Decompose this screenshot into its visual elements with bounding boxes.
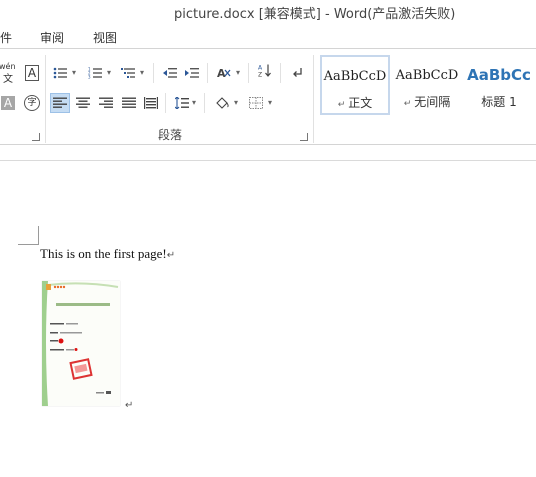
ribbon-tab-bar [0, 24, 536, 48]
style-name: ↵ 无间隔 [403, 95, 451, 109]
shading-dropdown-icon[interactable]: ▾ [232, 96, 240, 110]
window-title: picture.docx [兼容模式] - Word(产品激活失败) [174, 7, 456, 22]
line-spacing-icon [175, 97, 189, 109]
distributed-icon [144, 97, 158, 109]
enclose-characters-button[interactable]: 字 [22, 93, 42, 113]
multilevel-list-button[interactable] [118, 63, 138, 83]
align-right-icon [99, 97, 113, 108]
certificate-thumbnail [42, 281, 120, 406]
paragraph-group-label: 段落 [157, 128, 182, 142]
align-right-button[interactable] [96, 93, 116, 113]
separator [207, 63, 208, 83]
styles-gallery: AaBbCcD ↵ 正文 AaBbCcD ↵ 无间隔 AaBbCc 标题 1 [316, 55, 536, 117]
tab-review[interactable]: 审阅 [40, 29, 64, 46]
numbering-icon: 123 [88, 67, 102, 79]
bullets-button[interactable] [50, 63, 70, 83]
svg-text:3: 3 [88, 75, 91, 80]
separator [280, 63, 281, 83]
justify-button[interactable] [119, 93, 139, 113]
bullets-icon [53, 67, 67, 79]
phonetic-guide-button[interactable]: wén 文 [0, 62, 20, 85]
justify-icon [122, 97, 136, 108]
numbering-button[interactable]: 123 [85, 63, 105, 83]
paragraph-text: This is on the first page! [40, 246, 167, 261]
paragraph-mark: ↵ [166, 250, 176, 261]
align-left-icon [53, 97, 67, 108]
multilevel-dropdown-icon[interactable]: ▾ [138, 66, 146, 80]
style-name: ↵ 正文 [337, 96, 373, 110]
separator [153, 63, 154, 83]
bullets-dropdown-icon[interactable]: ▾ [70, 66, 78, 80]
document-paragraph[interactable]: This is on the first page!↵ [40, 246, 175, 262]
shading-button[interactable] [212, 93, 232, 113]
increase-indent-button[interactable] [182, 63, 202, 83]
align-center-button[interactable] [73, 93, 93, 113]
style-sample: AaBbCcD [323, 69, 387, 84]
align-left-button[interactable] [50, 93, 70, 113]
chinese-layout-icon: A [217, 67, 231, 79]
chinese-layout-button[interactable]: A [214, 63, 234, 83]
svg-text:Z: Z [258, 72, 262, 79]
tab-view[interactable]: 视图 [93, 29, 117, 46]
tab-partial[interactable]: 件 [0, 29, 12, 46]
style-name: 标题 1 [481, 95, 517, 109]
style-normal[interactable]: AaBbCcD ↵ 正文 [320, 55, 390, 115]
chinese-layout-dropdown-icon[interactable]: ▾ [234, 66, 242, 80]
align-center-icon [76, 97, 90, 108]
decrease-indent-icon [163, 68, 177, 78]
borders-dropdown-icon[interactable]: ▾ [266, 96, 274, 110]
paragraph-mark: ↵ [125, 400, 134, 411]
svg-text:A: A [217, 67, 226, 79]
increase-indent-icon [185, 68, 199, 78]
separator [248, 63, 249, 83]
show-marks-button[interactable] [288, 63, 308, 83]
sort-icon: A Z [258, 64, 271, 79]
margin-corner-mark [18, 226, 39, 245]
inline-picture[interactable] [42, 281, 120, 406]
style-heading-1[interactable]: AaBbCc 标题 1 [464, 55, 534, 115]
distributed-button[interactable] [141, 93, 161, 113]
line-spacing-dropdown-icon[interactable]: ▾ [190, 96, 198, 110]
borders-button[interactable] [246, 93, 266, 113]
style-no-spacing[interactable]: AaBbCcD ↵ 无间隔 [392, 55, 462, 115]
decrease-indent-button[interactable] [160, 63, 180, 83]
shading-icon [216, 97, 229, 109]
numbering-dropdown-icon[interactable]: ▾ [105, 66, 113, 80]
svg-text:A: A [258, 65, 263, 72]
sort-button[interactable]: A Z [255, 61, 275, 81]
separator [204, 93, 205, 113]
line-spacing-button[interactable] [172, 93, 192, 113]
borders-icon [249, 97, 263, 109]
multilevel-list-icon [121, 68, 135, 78]
character-shading-button[interactable]: A [0, 93, 20, 113]
character-border-button[interactable]: A [22, 63, 42, 83]
show-marks-icon [293, 68, 302, 77]
style-sample: AaBbCcD [395, 68, 459, 83]
separator [165, 93, 166, 113]
style-sample: AaBbCc [467, 66, 531, 84]
